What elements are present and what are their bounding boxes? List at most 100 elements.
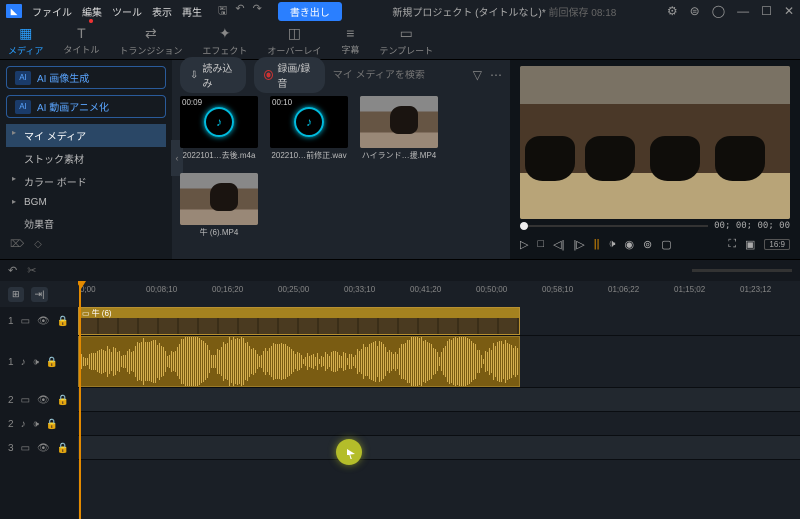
minimize-icon[interactable]: —: [737, 4, 749, 18]
settings-icon[interactable]: ⚙: [667, 4, 678, 18]
clip-icon: ▭: [82, 309, 90, 318]
ai-image-button[interactable]: AIAI 画像生成: [6, 66, 166, 89]
title-icon: T: [77, 25, 86, 41]
media-thumb[interactable]: 00:10♪ 202210…前修正.wav: [270, 96, 348, 161]
video-track-3[interactable]: [78, 436, 800, 460]
notify-icon[interactable]: ⊜: [690, 4, 700, 18]
visible-icon[interactable]: 👁: [37, 443, 50, 454]
menu-play[interactable]: 再生: [182, 4, 202, 19]
cursor-indicator: [336, 439, 362, 465]
app-menu: ファイル 編集 ツール 表示 再生: [32, 4, 202, 19]
lock-icon[interactable]: 🔒: [57, 443, 69, 454]
tab-subtitle[interactable]: ≡字幕: [341, 25, 359, 56]
maximize-icon[interactable]: ☐: [761, 4, 772, 18]
import-button[interactable]: ⇩読み込み: [180, 57, 246, 93]
audio-track-icon: ♪: [21, 419, 26, 430]
audio-icon: ♪: [294, 107, 324, 137]
record-button[interactable]: 録画/録音: [254, 57, 324, 93]
close-icon[interactable]: ✕: [784, 4, 794, 18]
menu-file[interactable]: ファイル: [32, 4, 72, 19]
snap-button[interactable]: ⇥|: [31, 287, 49, 302]
sidebar-item-sfx[interactable]: 効果音: [6, 212, 166, 235]
tab-media[interactable]: ▦メディア: [8, 25, 43, 57]
detach-icon[interactable]: ▣: [745, 238, 755, 251]
filter-icon[interactable]: ▽: [473, 68, 482, 82]
tab-effect[interactable]: ✦エフェクト: [202, 25, 247, 57]
play-icon[interactable]: ▷: [520, 238, 528, 251]
next-icon[interactable]: |▷: [573, 238, 584, 251]
sidebar-item-mymedia[interactable]: マイ メディア: [6, 124, 166, 147]
audio-track-1[interactable]: [78, 336, 800, 388]
save-icon[interactable]: 🖫: [218, 2, 227, 21]
eraser-icon[interactable]: ◇: [34, 239, 42, 250]
search-input[interactable]: [333, 70, 465, 81]
media-thumb[interactable]: 00:33 ハイランド…援.MP4: [360, 96, 438, 161]
lock-icon[interactable]: 🔒: [57, 395, 69, 406]
stop-icon[interactable]: □: [537, 238, 544, 250]
lock-icon[interactable]: 🔒: [57, 316, 69, 327]
more-icon[interactable]: ⋯: [490, 68, 502, 82]
import-icon: ⇩: [190, 70, 198, 81]
menu-tool[interactable]: ツール: [112, 4, 142, 19]
export-button[interactable]: 書き出し: [278, 2, 342, 21]
media-icon: ▦: [19, 25, 32, 42]
timeline: ⊞ ⇥| 1▭👁🔒 1♪🕩🔒 2▭👁🔒 2♪🕩🔒 3▭👁🔒 0;0000;08;…: [0, 281, 800, 519]
visible-icon[interactable]: 👁: [37, 316, 50, 327]
effect-icon: ✦: [219, 25, 231, 42]
tab-transition[interactable]: ⇄トランジション: [119, 25, 182, 57]
sidebar-item-bgm[interactable]: BGM: [6, 193, 166, 212]
timeline-tracks[interactable]: 0;0000;08;1000;16;2000;25;0000;33;1000;4…: [78, 281, 800, 519]
cut-icon[interactable]: ✂: [27, 264, 36, 277]
visible-icon[interactable]: 👁: [37, 395, 50, 406]
mute-icon[interactable]: 🕩: [33, 357, 39, 368]
volume-icon[interactable]: 🕩: [609, 238, 616, 251]
lock-icon[interactable]: 🔒: [46, 357, 58, 368]
preview-panel: 00; 00; 00; 00 ▷ □ ◁| |▷ || 🕩 ◉ ⊚ ▢ ⛶ ▣ …: [510, 60, 800, 259]
video-track-2[interactable]: [78, 388, 800, 412]
zoom-slider[interactable]: [692, 269, 792, 272]
aspect-button[interactable]: 16:9: [764, 239, 790, 250]
prev-icon[interactable]: ◁|: [553, 238, 564, 251]
fit-icon[interactable]: ⛶: [728, 238, 736, 251]
undo-tl-icon[interactable]: ↶: [8, 264, 17, 277]
audio-track-2[interactable]: [78, 412, 800, 436]
time-ruler[interactable]: 0;0000;08;1000;16;2000;25;0000;33;1000;4…: [78, 281, 800, 307]
video-track-icon: ▭: [21, 316, 30, 327]
quality-icon[interactable]: ⊚: [643, 238, 652, 251]
video-clip[interactable]: ▭牛 (6): [78, 307, 520, 335]
tab-template[interactable]: ▭テンプレート: [379, 25, 433, 57]
fit-timeline-button[interactable]: ⊞: [8, 287, 24, 302]
media-panel: ‹ ⇩読み込み 録画/録音 ▽ ⋯ 00:09♪ 2022101…去後.m4a …: [172, 60, 510, 259]
menu-edit[interactable]: 編集: [82, 4, 102, 19]
menu-view[interactable]: 表示: [152, 4, 172, 19]
mute-icon[interactable]: 🕩: [33, 419, 39, 430]
account-icon[interactable]: ◯: [712, 4, 725, 18]
preview-screen[interactable]: [520, 66, 790, 219]
lock-icon[interactable]: 🔒: [46, 419, 58, 430]
record-icon: [264, 70, 273, 80]
subtitle-icon: ≡: [346, 25, 354, 41]
playhead[interactable]: [79, 281, 81, 519]
main-area: AIAI 画像生成 AIAI 動画アニメ化 マイ メディア ストック素材 カラー…: [0, 60, 800, 259]
timecode: 00; 00; 00; 00: [714, 221, 790, 231]
tool-tabs: ▦メディア Tタイトル ⇄トランジション ✦エフェクト ◫オーバーレイ ≡字幕 …: [0, 22, 800, 60]
sidebar-item-stock[interactable]: ストック素材: [6, 147, 166, 170]
ai-anime-button[interactable]: AIAI 動画アニメ化: [6, 95, 166, 118]
video-track-1[interactable]: ▭牛 (6): [78, 307, 800, 336]
undo-icon[interactable]: ↶: [235, 2, 244, 21]
tab-title[interactable]: Tタイトル: [63, 25, 99, 56]
scrub-bar[interactable]: [520, 225, 708, 227]
overlay-icon: ◫: [288, 25, 301, 42]
sidebar-item-colorboard[interactable]: カラー ボード: [6, 170, 166, 193]
tab-overlay[interactable]: ◫オーバーレイ: [267, 25, 321, 57]
media-thumb[interactable]: 00:09♪ 2022101…去後.m4a: [180, 96, 258, 161]
redo-icon[interactable]: ↷: [253, 2, 262, 21]
track-headers: ⊞ ⇥| 1▭👁🔒 1♪🕩🔒 2▭👁🔒 2♪🕩🔒 3▭👁🔒: [0, 281, 78, 519]
snapshot-icon[interactable]: ◉: [624, 238, 634, 251]
compare-icon[interactable]: ▢: [661, 238, 671, 251]
media-thumb[interactable]: 00:56 牛 (6).MP4: [180, 173, 258, 238]
tag-icon[interactable]: ⌦: [10, 239, 24, 250]
audio-clip[interactable]: [78, 336, 520, 387]
pause-icon[interactable]: ||: [594, 238, 600, 250]
sidebar: AIAI 画像生成 AIAI 動画アニメ化 マイ メディア ストック素材 カラー…: [0, 60, 172, 259]
